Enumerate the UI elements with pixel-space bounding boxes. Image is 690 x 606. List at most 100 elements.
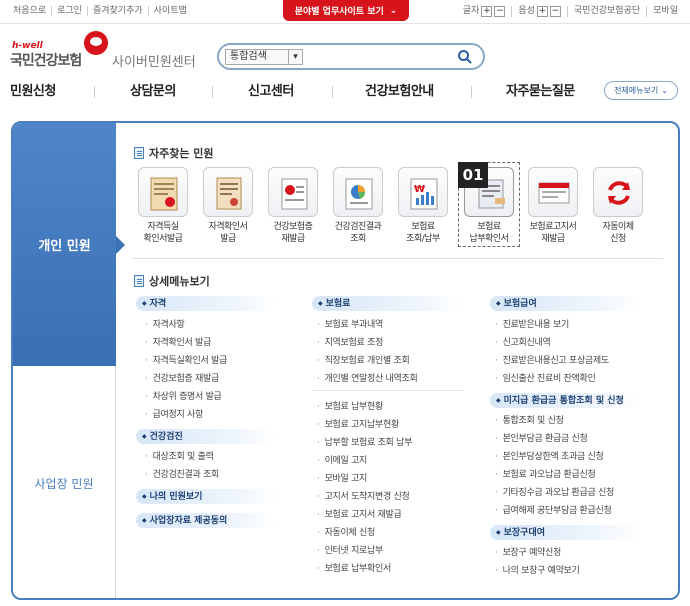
menu-link[interactable]: 직장보험료 개인별 조회 <box>317 353 410 366</box>
top-utility-bar: 처음으로 로그인 즐겨찾기추가 사이트맵 분야별 업무사이트 보기 ⌄ 글자 +… <box>0 0 690 24</box>
fav-insurance-card-reissue[interactable]: 건강보험증 재발급 <box>263 167 323 245</box>
menu-link[interactable]: 건강보험증 재발급 <box>145 371 220 384</box>
menu-link[interactable]: 인터넷 지로납부 <box>317 543 384 556</box>
menu-link[interactable]: 본인부담상한액 초과금 신청 <box>495 449 604 462</box>
login-link[interactable]: 로그인 <box>52 6 88 16</box>
menu-link[interactable]: 지역보험료 조정 <box>317 335 384 348</box>
mobile-link[interactable]: 모바일 <box>647 6 684 17</box>
nav-divider <box>212 86 213 98</box>
menu-link[interactable]: 신고회신내역 <box>495 335 551 348</box>
tab-business-label: 사업장 민원 <box>34 476 94 491</box>
category-my-civil[interactable]: 나의 민원보기 <box>136 489 276 504</box>
menu-link[interactable]: 자격확인서 발급 <box>145 335 212 348</box>
search-box: 통합검색 ▾ <box>217 43 485 70</box>
menu-link[interactable]: 나의 보장구 예약보기 <box>495 563 580 576</box>
tab-business-civil[interactable]: 사업장 민원 <box>13 366 116 598</box>
certificate-icon <box>203 167 253 217</box>
menu-link[interactable]: 급여정지 사항 <box>145 407 204 420</box>
category-refund[interactable]: 미지급 환급금 통합조회 및 신청 <box>490 393 640 408</box>
menu-link[interactable]: 납부할 보험료 조회 납부 <box>317 435 413 448</box>
menu-link[interactable]: 보장구 예약신청 <box>495 545 562 558</box>
category-device-rental[interactable]: 보장구대여 <box>490 525 640 540</box>
checkup-chart-icon <box>333 167 383 217</box>
menu-link[interactable]: 보험료 고지납부현황 <box>317 417 400 430</box>
fav-qualification-history[interactable]: 자격득실 확인서발급 <box>133 167 193 245</box>
nav-report-center[interactable]: 신고센터 <box>248 80 294 99</box>
nav-consultation[interactable]: 상담문의 <box>130 80 176 99</box>
logo-title[interactable]: 국민건강보험 <box>10 50 82 70</box>
menu-link[interactable]: 기타징수금 과오납 환급금 신청 <box>495 485 615 498</box>
fav-premium-payment[interactable]: ₩ 보험료 조회/납부 <box>393 167 453 245</box>
menu-link[interactable]: 진료받은내용신고 포상금제도 <box>495 353 610 366</box>
menu-link[interactable]: 보험료 납부현황 <box>317 399 384 412</box>
menu-link[interactable]: 고지서 도착지변경 신청 <box>317 489 410 502</box>
font-size-label: 글자 <box>462 6 480 16</box>
home-link[interactable]: 처음으로 <box>8 6 53 16</box>
menu-link[interactable]: 통합조회 및 신청 <box>495 413 564 426</box>
nav-faq[interactable]: 자주묻는질문 <box>506 80 575 99</box>
nav-civil-request[interactable]: 민원신청 <box>10 80 56 99</box>
field-sites-dropdown[interactable]: 분야별 업무사이트 보기 ⌄ <box>283 0 409 21</box>
search-input[interactable] <box>307 48 455 66</box>
logo-subtitle: 사이버민원센터 <box>112 55 196 70</box>
menu-link[interactable]: 임신출산 진료비 잔액확인 <box>495 371 596 384</box>
detail-menu-heading: 상세메뉴보기 <box>134 273 210 289</box>
category-premium[interactable]: 보험료 <box>312 296 462 311</box>
selection-badge: 01 <box>458 162 488 188</box>
add-favorite-link[interactable]: 즐겨찾기추가 <box>88 6 149 16</box>
menu-link[interactable]: 차상위 증명서 발급 <box>145 389 222 402</box>
menu-link[interactable]: 본인부담금 환급금 신청 <box>495 431 588 444</box>
tab-personal-civil[interactable]: 개인 민원 <box>13 123 125 366</box>
fav-checkup-result[interactable]: 건강검진결과 조회 <box>328 167 388 245</box>
fav-label: 자격확인서 발급 <box>208 222 248 244</box>
menu-link[interactable]: 개인별 연말정산 내역조회 <box>317 371 418 384</box>
chevron-down-icon: ▾ <box>288 50 302 64</box>
menu-link[interactable]: 모바일 고지 <box>317 471 368 484</box>
accessibility-controls: 글자 + − 음성 + − 국민건강보험공단 모바일 <box>457 6 684 17</box>
sound-decrease-button[interactable]: − <box>549 6 561 17</box>
all-menu-button[interactable]: 전체메뉴보기 ⌄ <box>604 81 678 100</box>
auto-transfer-icon <box>593 167 643 217</box>
menu-link[interactable]: 자격득실확인서 발급 <box>145 353 228 366</box>
nhis-link[interactable]: 국민건강보험공단 <box>568 6 648 17</box>
nav-divider <box>332 86 333 98</box>
menu-link[interactable]: 건강검진결과 조회 <box>145 467 220 480</box>
svg-text:₩: ₩ <box>414 184 425 195</box>
menu-link[interactable]: 보험료 납부확인서 <box>317 561 392 574</box>
column-divider <box>312 390 464 391</box>
menu-link[interactable]: 보험료 부과내역 <box>317 317 384 330</box>
nav-insurance-guide[interactable]: 건강보험안내 <box>365 80 434 99</box>
category-health-checkup[interactable]: 건강검진 <box>136 429 276 444</box>
premium-chart-icon: ₩ <box>398 167 448 217</box>
document-icon <box>134 275 144 287</box>
category-qualification[interactable]: 자격 <box>136 296 276 311</box>
fav-qualification-certificate[interactable]: 자격확인서 발급 <box>198 167 258 245</box>
menu-link[interactable]: 자동이체 신청 <box>317 525 376 538</box>
fav-label: 자격득실 확인서발급 <box>143 222 183 244</box>
insurance-card-icon <box>268 167 318 217</box>
fav-label: 자동이체 신청 <box>602 222 634 244</box>
favorites-title: 자주찾는 민원 <box>149 147 214 160</box>
menu-link[interactable]: 급여해제 공단부담금 환급신청 <box>495 503 612 516</box>
fav-label: 보험료 조회/납부 <box>406 222 440 244</box>
document-icon <box>134 147 144 159</box>
menu-link[interactable]: 진료받은내용 보기 <box>495 317 570 330</box>
fav-bill-reissue[interactable]: 보험료고지서 재발급 <box>523 167 583 245</box>
category-workplace-consent[interactable]: 사업장자료 제공동의 <box>136 513 276 528</box>
menu-link[interactable]: 대상조회 및 출력 <box>145 449 214 462</box>
font-decrease-button[interactable]: − <box>494 6 506 17</box>
menu-link[interactable]: 보험료 과오납금 환급신청 <box>495 467 596 480</box>
fav-auto-transfer[interactable]: 자동이체 신청 <box>588 167 648 245</box>
detail-menu-title: 상세메뉴보기 <box>149 275 210 288</box>
fav-label: 보험료 납부확인서 <box>469 222 509 244</box>
category-benefits[interactable]: 보험급여 <box>490 296 640 311</box>
search-icon[interactable] <box>457 49 473 65</box>
menu-link[interactable]: 자격사항 <box>145 317 185 330</box>
sound-increase-button[interactable]: + <box>536 6 548 17</box>
sitemap-link[interactable]: 사이트맵 <box>149 6 192 16</box>
search-scope-select[interactable]: 통합검색 ▾ <box>225 49 303 65</box>
font-increase-button[interactable]: + <box>481 6 493 17</box>
fav-label: 건강검진결과 조회 <box>334 222 382 244</box>
menu-link[interactable]: 보험료 고지서 재발급 <box>317 507 402 520</box>
menu-link[interactable]: 이메일 고지 <box>317 453 368 466</box>
